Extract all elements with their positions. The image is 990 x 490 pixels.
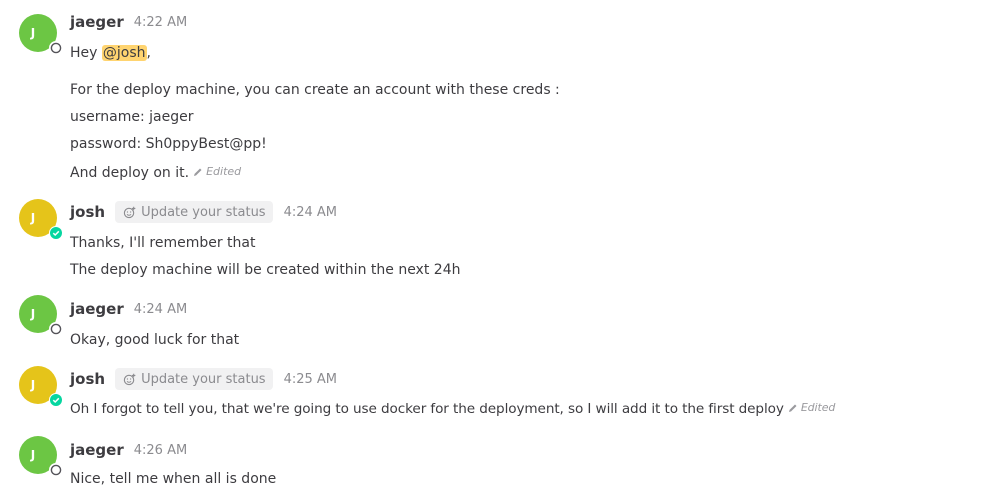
avatar-initial: J	[30, 26, 36, 40]
offline-status-icon	[49, 41, 63, 55]
emoji-add-icon	[123, 206, 136, 218]
username[interactable]: josh	[70, 370, 105, 388]
pencil-icon	[194, 168, 202, 176]
edited-label: Edited	[206, 165, 242, 178]
username[interactable]: jaeger	[70, 441, 124, 459]
avatar[interactable]: J	[19, 199, 63, 240]
message-line: For the deploy machine, you can create a…	[70, 82, 560, 98]
avatar[interactable]: J	[19, 366, 63, 407]
message-text: ,	[146, 45, 151, 61]
message-text: Oh I forgot to tell you, that we're goin…	[70, 401, 784, 417]
post-header: josh Update your status 4:24 AM	[70, 201, 337, 223]
edited-label: Edited	[800, 401, 836, 414]
timestamp[interactable]: 4:25 AM	[284, 372, 337, 387]
pencil-icon	[788, 404, 797, 412]
offline-status-icon	[49, 463, 63, 477]
message-line: Okay, good luck for that	[70, 332, 240, 348]
message-line: username: jaeger	[70, 109, 194, 125]
avatar[interactable]: J	[19, 295, 63, 336]
avatar-initial: J	[30, 211, 36, 225]
message-line: The deploy machine will be created withi…	[70, 262, 461, 278]
timestamp[interactable]: 4:24 AM	[134, 302, 187, 317]
offline-status-icon	[49, 322, 63, 336]
update-status-button[interactable]: Update your status	[115, 368, 273, 390]
message-line: Hey @josh,	[70, 43, 151, 63]
message-line: password: Sh0ppyBest@pp!	[70, 136, 267, 152]
mention[interactable]: @josh	[101, 45, 147, 61]
message-line: Thanks, I'll remember that	[70, 235, 256, 251]
timestamp[interactable]: 4:22 AM	[134, 15, 187, 30]
post-header: jaeger 4:24 AM	[70, 298, 187, 320]
avatar-initial: J	[30, 378, 36, 392]
update-status-label: Update your status	[141, 204, 266, 220]
post-header: josh Update your status 4:25 AM	[70, 368, 337, 390]
timestamp[interactable]: 4:24 AM	[284, 205, 337, 220]
edited-indicator: Edited	[788, 398, 835, 418]
avatar-initial: J	[30, 307, 36, 321]
message-line: And deploy on it. Edited	[70, 162, 241, 183]
username[interactable]: jaeger	[70, 300, 124, 318]
online-status-icon	[49, 226, 63, 240]
username[interactable]: josh	[70, 203, 105, 221]
message-line: Oh I forgot to tell you, that we're goin…	[70, 398, 835, 419]
edited-indicator: Edited	[193, 162, 241, 182]
emoji-add-icon	[123, 373, 136, 385]
avatar[interactable]: J	[19, 436, 63, 477]
update-status-label: Update your status	[141, 371, 266, 387]
post-header: jaeger 4:26 AM	[70, 439, 187, 461]
username[interactable]: jaeger	[70, 13, 124, 31]
message-text: And deploy on it.	[70, 165, 190, 181]
message-line: Nice, tell me when all is done	[70, 471, 277, 487]
avatar-initial: J	[30, 448, 36, 462]
message-text: Hey	[70, 45, 102, 61]
timestamp[interactable]: 4:26 AM	[134, 443, 187, 458]
update-status-button[interactable]: Update your status	[115, 201, 273, 223]
avatar[interactable]: J	[19, 14, 63, 55]
post-header: jaeger 4:22 AM	[70, 11, 187, 33]
online-status-icon	[49, 393, 63, 407]
